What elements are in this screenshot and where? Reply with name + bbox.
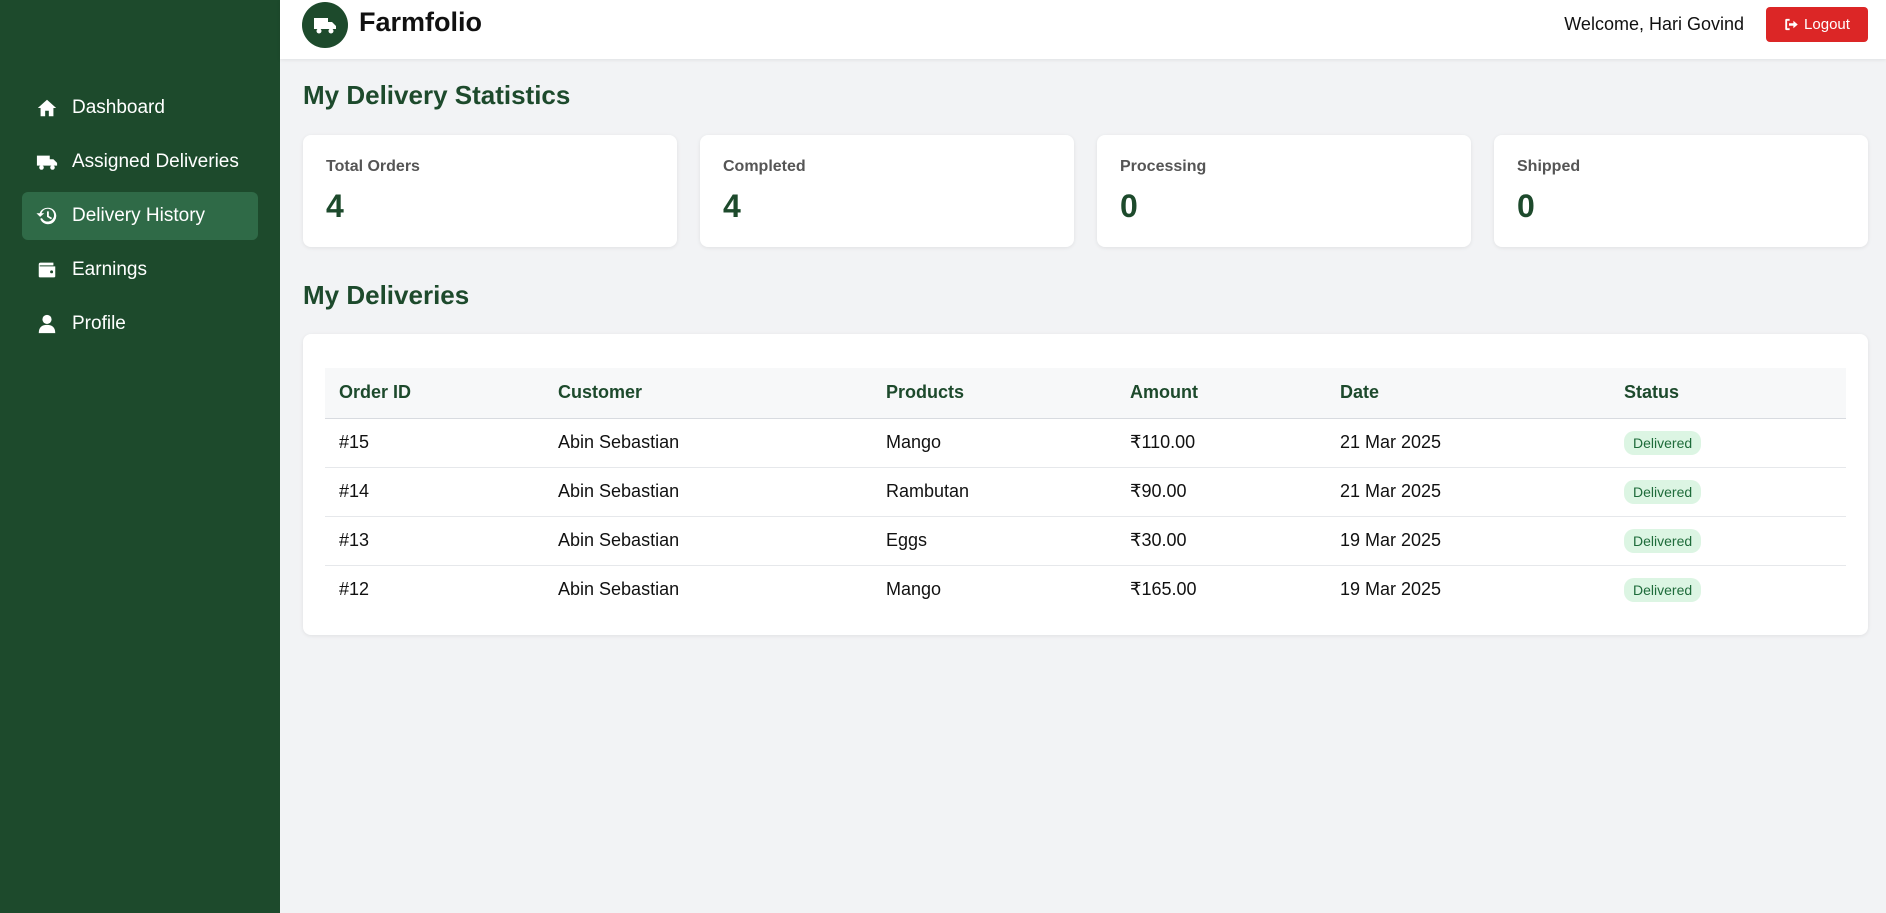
stat-label: Shipped (1517, 158, 1581, 175)
table-row[interactable]: #13 Abin Sebastian Eggs ₹30.00 19 Mar 20… (325, 516, 1846, 566)
column-header-products[interactable]: Products (872, 368, 1116, 419)
stat-value: 0 (1120, 188, 1138, 224)
sidebar-item-assigned-deliveries[interactable]: Assigned Deliveries (22, 138, 258, 186)
sidebar-item-label: Earnings (72, 259, 147, 280)
stat-card-shipped: Shipped 0 (1494, 135, 1868, 247)
cell-products: Mango (886, 579, 942, 600)
stat-value: 4 (326, 188, 344, 224)
stats-title: My Delivery Statistics (303, 80, 571, 110)
sidebar-item-dashboard[interactable]: Dashboard (22, 84, 258, 132)
sidebar-item-delivery-history[interactable]: Delivery History (22, 192, 258, 240)
cell-amount: ₹165.00 (1130, 579, 1197, 600)
cell-amount: ₹110.00 (1116, 418, 1326, 468)
stat-value: 4 (723, 188, 741, 224)
column-header-date[interactable]: Date (1326, 368, 1610, 419)
cell-date: 19 Mar 2025 (1340, 579, 1442, 600)
truck-icon (302, 2, 348, 48)
cell-amount: ₹90.00 (1116, 467, 1326, 517)
cell-customer: Abin Sebastian (558, 579, 680, 600)
table-row[interactable]: #12 Abin Sebastian Mango ₹165.00 19 Mar … (325, 565, 1846, 614)
deliveries-title: My Deliveries (303, 280, 470, 310)
status-badge: Delivered (1624, 577, 1702, 602)
cell-amount: ₹30.00 (1116, 516, 1326, 566)
status-badge: Delivered (1624, 528, 1702, 553)
status-badge: Delivered (1624, 479, 1702, 504)
column-header-status[interactable]: Status (1610, 368, 1846, 419)
sidebar-item-label: Delivery History (72, 205, 206, 226)
stat-card-completed: Completed 4 (700, 135, 1074, 247)
deliveries-table: Order ID Customer Products Amount Date S… (325, 368, 1846, 614)
logout-button[interactable]: Logout (1766, 7, 1868, 42)
cell-status: Delivered (1610, 516, 1846, 566)
cell-status: Delivered (1610, 565, 1846, 614)
stat-label: Total Orders (326, 158, 420, 175)
cell-order-id: #15 (325, 418, 544, 468)
cell-date: 21 Mar 2025 (1326, 418, 1610, 468)
history-icon (36, 205, 58, 227)
sign-out-icon (1784, 17, 1804, 32)
cell-customer: Abin Sebastian (544, 418, 872, 468)
cell-customer: Abin Sebastian (544, 467, 872, 517)
home-icon (36, 97, 58, 119)
cell-products: Eggs (872, 516, 1116, 566)
cell-order-id: #13 (325, 516, 544, 566)
column-header-amount[interactable]: Amount (1116, 368, 1326, 419)
cell-products: Mango (872, 418, 1116, 468)
deliveries-card: Order ID Customer Products Amount Date S… (303, 334, 1868, 635)
sidebar-nav: Dashboard Assigned Deliveries Delivery H… (22, 84, 258, 354)
app-title: Farmfolio (359, 7, 483, 37)
cell-products: Rambutan (872, 467, 1116, 517)
stat-label: Processing (1120, 158, 1207, 175)
logout-label: Logout (1804, 16, 1850, 33)
user-icon (36, 313, 58, 335)
sidebar-item-label: Profile (72, 313, 126, 334)
sidebar-item-label: Dashboard (72, 97, 165, 118)
table-header-row: Order ID Customer Products Amount Date S… (325, 368, 1846, 419)
stats-row: Total Orders 4 Completed 4 Processing 0 … (303, 135, 1868, 247)
top-header: Farmfolio Welcome, Hari Govind Logout (280, 0, 1886, 59)
cell-status: Delivered (1610, 467, 1846, 517)
table-row[interactable]: #15 Abin Sebastian Mango ₹110.00 21 Mar … (325, 418, 1846, 468)
cell-date: 21 Mar 2025 (1326, 467, 1610, 517)
cell-order-id: #12 (339, 579, 370, 600)
stat-card-total-orders: Total Orders 4 (303, 135, 677, 247)
column-header-order-id[interactable]: Order ID (325, 368, 544, 419)
cell-status: Delivered (1610, 418, 1846, 468)
sidebar-item-label: Assigned Deliveries (72, 151, 239, 172)
table-row[interactable]: #14 Abin Sebastian Rambutan ₹90.00 21 Ma… (325, 467, 1846, 517)
wallet-icon (36, 259, 58, 281)
cell-date: 19 Mar 2025 (1326, 516, 1610, 566)
sidebar-item-profile[interactable]: Profile (22, 300, 258, 348)
cell-customer: Abin Sebastian (544, 516, 872, 566)
truck-icon (36, 151, 58, 173)
cell-order-id: #14 (325, 467, 544, 517)
welcome-text: Welcome, Hari Govind (1564, 14, 1744, 34)
stat-value: 0 (1517, 188, 1535, 224)
stat-card-processing: Processing 0 (1097, 135, 1471, 247)
column-header-customer[interactable]: Customer (544, 368, 872, 419)
status-badge: Delivered (1624, 430, 1702, 455)
sidebar-item-earnings[interactable]: Earnings (22, 246, 258, 294)
sidebar: Dashboard Assigned Deliveries Delivery H… (0, 0, 280, 913)
stat-label: Completed (723, 158, 806, 175)
